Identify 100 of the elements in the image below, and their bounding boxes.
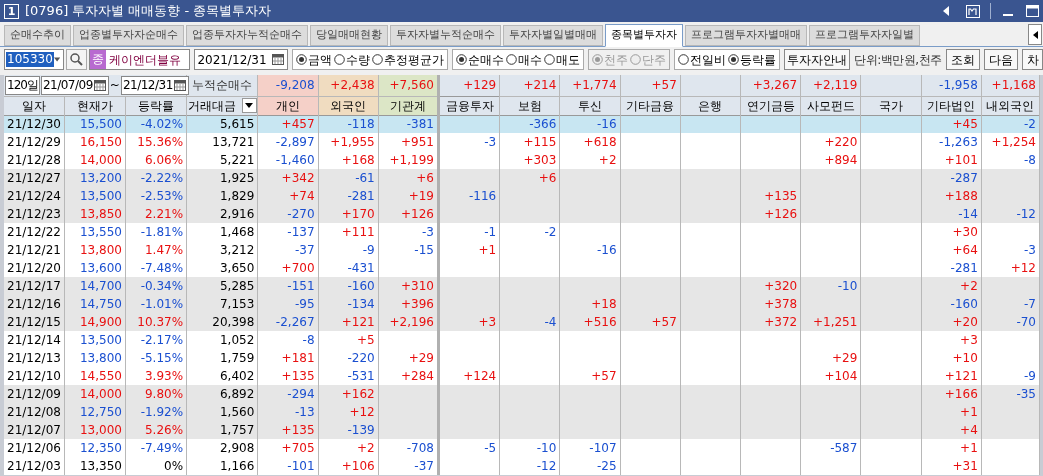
memo-icon[interactable] [966,4,980,18]
sort-dropdown-button[interactable] [241,98,257,113]
column-header[interactable]: 외국인 [318,96,379,115]
radio-option[interactable]: 추정평균가 [372,50,445,69]
column-header[interactable]: 기타금융 [620,96,681,115]
tab[interactable]: 프로그램투자자일별 [809,25,920,46]
tab[interactable]: 순매수추이 [4,25,71,46]
column-header[interactable]: 사모펀드 [800,96,861,115]
date-field[interactable]: 2021/12/31 [194,49,289,70]
search-button[interactable] [66,49,88,70]
investor-guide-button[interactable]: 투자자안내 [784,49,851,70]
calendar-icon[interactable] [272,54,285,65]
column-header[interactable]: 내외국인 [981,96,1040,115]
stock-name-field[interactable]: 종 케이엔더블유 [89,49,191,70]
table-row[interactable]: 21/12/13 13,800 -5.15% 1,759 +181 -220 +29 +29 +10 [4,349,1040,367]
table-cell: 13,350 [64,457,126,475]
table-row[interactable]: 21/12/29 16,150 15.36% 13,721 -2,897 +1,955 +951 -3 +115 +618 +220 -1,263 +1,254 [4,133,1040,151]
table-row[interactable]: 21/12/16 14,750 -1.01% 7,153 -95 -134 +396 +18 +378 -160 -7 [4,295,1040,313]
summary-cell: +129 [438,75,500,96]
table-row[interactable]: 21/12/03 13,350 0% 1,166 -101 +106 -37 -12 -25 +31 [4,457,1040,475]
tab[interactable]: 업종별투자자순매수 [73,25,184,46]
left-arrow-icon [1032,30,1038,39]
table-row[interactable]: 21/12/14 13,500 -2.17% 1,052 -8 +5 +3 [4,331,1040,349]
radio-option[interactable]: 등락률 [728,50,777,69]
summary-cell: +1,168 [981,75,1040,96]
window-title: [0796] 투자자별 매매동향 - 종목별투자자 [25,2,272,21]
dropdown-caret-icon[interactable] [53,57,60,62]
column-header[interactable]: 개인 [257,96,319,115]
table-row[interactable]: 21/12/17 14,700 -0.34% 5,285 -151 -160 +310 +320 -10 +2 [4,277,1040,295]
table-cell: -101 [257,457,319,475]
maximize-icon[interactable] [1026,5,1039,17]
date-text: 2021/12/31 [196,51,267,69]
date-range-field[interactable]: 21/07/09 [40,75,109,95]
table-row[interactable]: 21/12/07 13,000 5.26% 1,757 +135 -139 +4 [4,421,1040,439]
period-field[interactable]: 120일 [5,75,40,95]
table-cell: 21/12/03 [4,457,65,475]
toolbar-button[interactable]: 차 [1021,49,1043,70]
summary-cell: +57 [620,75,681,96]
table-row[interactable]: 21/12/15 14,900 10.37% 20,398 -2,267 +121 +2,196 +3 -4 +516 +57 +372 +1,251 +20 -70 [4,313,1040,331]
table-row[interactable]: 21/12/21 13,800 1.47% 3,212 -37 -9 -15 +1 -16 +64 -3 [4,241,1040,259]
radio-option[interactable]: 수량 [334,50,371,69]
radio-option[interactable]: 순매수 [456,50,505,69]
date-text: 21/12/31 [122,77,173,95]
column-header[interactable]: 일자 [4,96,65,115]
window-number-badge: 1 [4,3,19,19]
summary-cell: +7,560 [378,75,439,96]
table-cell: -12 [499,457,560,475]
table-row[interactable]: 21/12/28 14,000 6.06% 5,221 -1,460 +168 +1,199 +303 +2 +894 +101 -8 [4,151,1040,169]
column-header[interactable]: 연기금등 [740,96,801,115]
tab[interactable]: 프로그램투자자별매매 [685,25,807,46]
column-header[interactable]: 등락률 [125,96,187,115]
table-row[interactable]: 21/12/27 13,200 -2.22% 1,925 +342 -61 +6 +6 -287 [4,169,1040,187]
radio-option[interactable]: 전일비 [678,50,727,69]
column-header[interactable]: 보험 [499,96,560,115]
table-row[interactable]: 21/12/20 13,600 -7.48% 3,650 +700 -431 -281 +12 [4,259,1040,277]
tab-scroll-button[interactable] [1028,24,1042,45]
table-row[interactable]: 21/12/06 12,350 -7.49% 2,908 +705 +2 -708 -5 -10 -107 -587 +1 [4,439,1040,457]
left-arrow-icon[interactable] [942,6,950,16]
date-range-field[interactable]: 21/12/31 [120,75,189,95]
radio-option[interactable]: 금액 [296,50,333,69]
stock-code-field[interactable]: 105330 [4,49,64,70]
table-cell: -25 [559,457,621,475]
table-row[interactable]: 21/12/24 13,500 -2.53% 1,829 +74 -281 +19 -116 +135 +188 [4,187,1040,205]
toolbar-button[interactable]: 조회 [945,49,980,70]
summary-cell: +2,119 [800,75,861,96]
summary-cell: -1,958 [921,75,982,96]
table-row[interactable]: 21/12/22 13,550 -1.81% 1,468 -137 +111 -3 -1 -2 +30 [4,223,1040,241]
table-row[interactable]: 21/12/08 12,750 -1.92% 1,560 -13 +12 +1 [4,403,1040,421]
column-header[interactable]: 은행 [680,96,741,115]
tab[interactable]: 투자자별누적순매수 [390,25,501,46]
stock-name-text: 케이엔더블유 [108,51,182,69]
tab[interactable]: 투자자별일별매매 [503,25,603,46]
column-header[interactable]: 국가 [860,96,922,115]
toolbar-button[interactable]: 다음 [983,49,1018,70]
calendar-icon[interactable] [173,79,186,91]
column-header[interactable]: 기관계 [378,96,439,115]
table-cell: +31 [921,457,982,475]
radio-option[interactable]: 매수 [506,50,543,69]
market-badge: 종 [90,50,107,69]
stock-code-text: 105330 [6,52,54,67]
tilde-text: ~ [109,77,120,95]
column-header-text: 거래대금 [187,97,236,115]
tab[interactable]: 당일매매현황 [310,25,388,46]
caret-icon [245,103,254,108]
column-header[interactable]: 투신 [559,96,621,115]
tab[interactable]: 업종투자자누적순매수 [186,25,308,46]
column-header[interactable]: 금융투자 [438,96,500,115]
summary-cell: +1,774 [559,75,621,96]
radio-option[interactable]: 매도 [544,50,581,69]
table-row[interactable]: 21/12/10 14,550 3.93% 6,402 +135 -531 +284 +124 +57 +104 +121 -9 [4,367,1040,385]
tab[interactable]: 종목별투자자 [605,24,683,47]
column-header[interactable]: 기타법인 [921,96,982,115]
table-row[interactable]: 21/12/09 14,000 9.80% 6,892 -294 +162 +166 -35 [4,385,1040,403]
title-separator-icon [990,3,992,19]
table-cell: +106 [318,457,379,475]
table-cell: 1,166 [186,457,258,475]
table-row[interactable]: 21/12/23 13,850 2.21% 2,916 -270 +170 +126 +126 -14 -12 [4,205,1040,223]
table-cell: -37 [378,457,439,475]
calendar-icon[interactable] [93,79,106,91]
column-header[interactable]: 현재가 [64,96,126,115]
